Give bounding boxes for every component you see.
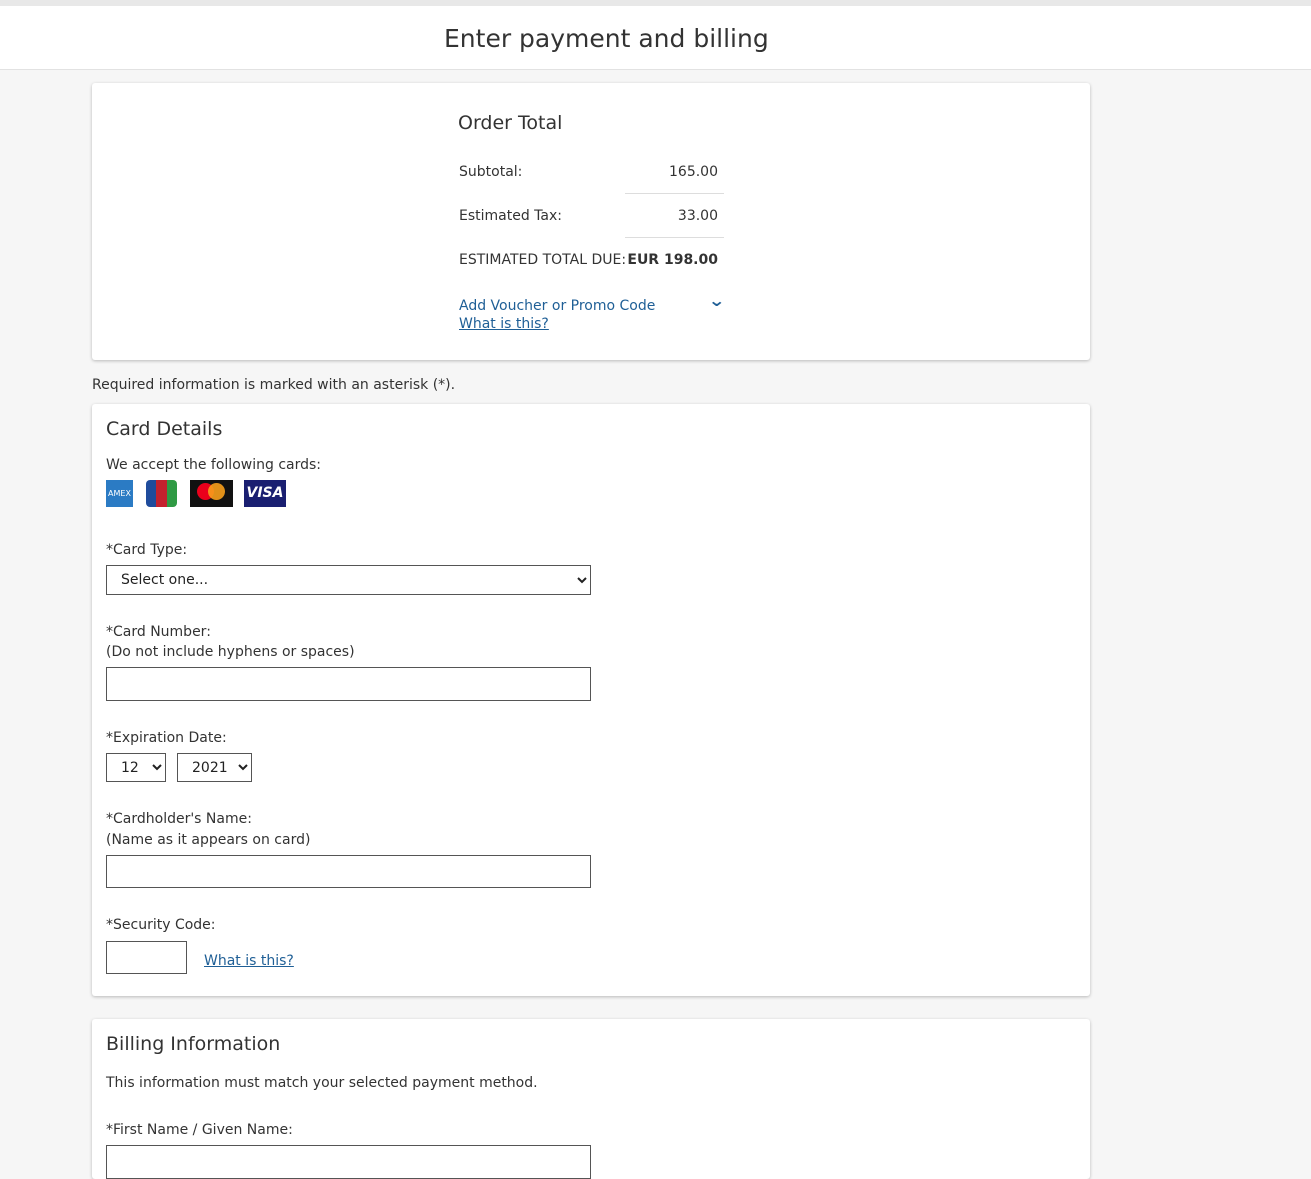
cardholder-name-hint: (Name as it appears on card): [106, 832, 311, 848]
divider: [625, 237, 724, 238]
card-type-label: *Card Type:: [106, 542, 188, 558]
total-row: ESTIMATED TOTAL DUE: EUR 198.00: [458, 252, 724, 296]
accept-text: We accept the following cards:: [106, 457, 321, 473]
first-name-label: *First Name / Given Name:: [106, 1122, 293, 1138]
chevron-down-icon[interactable]: ⌄: [708, 291, 725, 310]
card-number-input[interactable]: [106, 667, 591, 701]
voucher-link[interactable]: Add Voucher or Promo Code: [459, 298, 655, 314]
cardholder-name-input[interactable]: [106, 855, 591, 888]
order-total-title: Order Total: [458, 112, 563, 134]
subtotal-value: 165.00: [669, 164, 718, 180]
page-title: Enter payment and billing: [444, 24, 769, 53]
visa-logo: VISA: [244, 480, 286, 507]
expiration-label: *Expiration Date:: [106, 730, 227, 746]
security-code-label: *Security Code:: [106, 917, 216, 933]
divider: [625, 193, 724, 194]
security-code-input[interactable]: [106, 941, 187, 974]
card-number-hint: (Do not include hyphens or spaces): [106, 644, 355, 660]
tax-value: 33.00: [677, 208, 718, 224]
required-note: Required information is marked with an a…: [92, 377, 456, 393]
amex-logo: AMEX: [106, 480, 133, 507]
total-value: EUR 198.00: [627, 252, 718, 268]
order-total-panel: Order Total Subtotal: 165.00 Estimated T…: [92, 83, 1090, 360]
subtotal-row: Subtotal: 165.00: [458, 164, 724, 208]
page-header: Enter payment and billing: [0, 6, 1311, 70]
card-details-title: Card Details: [106, 418, 223, 440]
card-number-label: *Card Number:: [106, 624, 211, 640]
jcb-logo: [146, 480, 177, 507]
exp-year-select[interactable]: 2021: [177, 753, 252, 782]
tax-label: Estimated Tax:: [459, 208, 562, 224]
exp-month-select[interactable]: 12: [106, 753, 166, 782]
security-help-link[interactable]: What is this?: [204, 953, 294, 969]
card-type-select[interactable]: Select one...: [106, 565, 591, 595]
total-label: ESTIMATED TOTAL DUE:: [459, 252, 627, 268]
tax-row: Estimated Tax: 33.00: [458, 208, 724, 252]
mastercard-logo: [190, 480, 233, 507]
billing-title: Billing Information: [106, 1033, 281, 1055]
billing-note: This information must match your selecte…: [106, 1075, 538, 1091]
subtotal-label: Subtotal:: [459, 164, 523, 180]
billing-panel: Billing Information This information mus…: [92, 1019, 1090, 1179]
first-name-input[interactable]: [106, 1145, 591, 1179]
voucher-help-link[interactable]: What is this?: [459, 316, 549, 332]
cardholder-name-label: *Cardholder's Name:: [106, 811, 252, 827]
card-details-panel: Card Details We accept the following car…: [92, 404, 1090, 996]
